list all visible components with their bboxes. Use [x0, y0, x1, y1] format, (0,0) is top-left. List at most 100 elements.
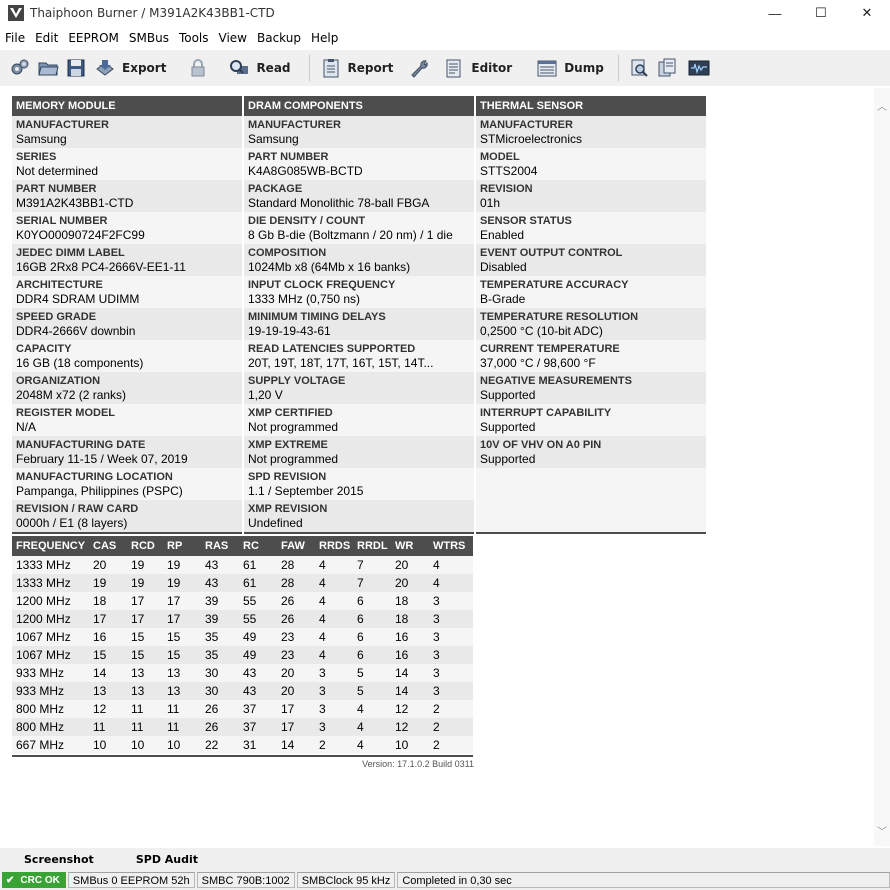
header-rrds: RRDS [315, 536, 353, 556]
table-cell: 1333 MHz [12, 574, 89, 592]
table-cell: 17 [127, 592, 163, 610]
header-rcd: RCD [127, 536, 163, 556]
info-value: Disabled [480, 260, 527, 274]
column-bottom-rule [244, 532, 476, 534]
info-cell: EVENT OUTPUT CONTROL Disabled [476, 244, 708, 276]
dram-components-header: DRAM COMPONENTS [244, 96, 476, 116]
table-cell: 10 [89, 736, 127, 754]
info-label: REVISION [480, 183, 533, 195]
table-cell: 10 [127, 736, 163, 754]
tab-spd-audit[interactable]: SPD Audit [112, 853, 216, 866]
table-cell: 26 [277, 610, 315, 628]
timing-table-bottom-rule [12, 755, 473, 757]
menu-view[interactable]: View [214, 31, 252, 45]
report-view: MEMORY MODULE MANUFACTURER Samsung SERIES… [0, 88, 874, 846]
menu-help[interactable]: Help [306, 31, 343, 45]
tools-button[interactable] [405, 52, 433, 84]
info-cell: XMP REVISION Undefined [244, 500, 476, 532]
table-cell: 55 [239, 592, 277, 610]
open-button[interactable] [34, 52, 62, 84]
info-value: Samsung [248, 132, 299, 146]
table-row: 933 MHz 14 13 13 30 43 20 3 5 14 3 [12, 664, 473, 682]
info-cell: SPEED GRADE DDR4-2666V downbin [12, 308, 244, 340]
menu-tools[interactable]: Tools [174, 31, 214, 45]
report-button[interactable]: Report [316, 52, 398, 84]
menu-edit[interactable]: Edit [30, 31, 63, 45]
table-cell: 4 [429, 574, 473, 592]
table-cell: 20 [277, 664, 315, 682]
table-cell: 18 [89, 592, 127, 610]
info-value: Not determined [16, 164, 99, 178]
table-cell: 26 [277, 592, 315, 610]
table-cell: 49 [239, 646, 277, 664]
empty-cell [476, 468, 708, 532]
info-value: Samsung [16, 132, 67, 146]
info-cell: TEMPERATURE RESOLUTION 0,2500 °C (10-bit … [476, 308, 708, 340]
info-value: Supported [480, 420, 536, 434]
menu-bar: File Edit EEPROM SMBus Tools View Backup… [0, 28, 343, 48]
info-value: Standard Monolithic 78-ball FBGA [248, 196, 430, 210]
read-button[interactable]: Read [224, 52, 294, 84]
tab-screenshot[interactable]: Screenshot [0, 853, 112, 866]
table-cell: 2 [315, 736, 353, 754]
header-frequency: FREQUENCY [12, 536, 89, 556]
close-button[interactable]: ✕ [844, 0, 890, 26]
info-cell: MANUFACTURER Samsung [244, 116, 476, 148]
info-label: ORGANIZATION [16, 375, 101, 387]
info-label: INTERRUPT CAPABILITY [480, 407, 612, 419]
table-cell: 4 [315, 574, 353, 592]
table-cell: 2 [429, 700, 473, 718]
menu-backup[interactable]: Backup [252, 31, 306, 45]
info-cell: MANUFACTURING DATE February 11-15 / Week … [12, 436, 244, 468]
minimize-button[interactable]: — [752, 0, 798, 26]
save-button[interactable] [62, 52, 90, 84]
menu-eeprom[interactable]: EEPROM [63, 31, 124, 45]
header-wtrs: WTRS [429, 536, 473, 556]
table-cell: 933 MHz [12, 682, 89, 700]
table-cell: 3 [429, 664, 473, 682]
lock-button[interactable] [184, 52, 212, 84]
table-cell: 23 [277, 646, 315, 664]
inspect-button[interactable] [625, 52, 653, 84]
info-label: TEMPERATURE ACCURACY [480, 279, 629, 291]
table-row: 1067 MHz 16 15 15 35 49 23 4 6 16 3 [12, 628, 473, 646]
table-cell: 800 MHz [12, 700, 89, 718]
settings-button[interactable] [6, 52, 34, 84]
editor-button[interactable]: Editor [439, 52, 516, 84]
export-button[interactable]: Export [90, 52, 170, 84]
info-value: 1,20 V [248, 388, 283, 402]
vertical-scrollbar[interactable]: ︿ ﹀ [874, 88, 890, 846]
menu-smbus[interactable]: SMBus [124, 31, 174, 45]
maximize-button[interactable]: ☐ [798, 0, 844, 26]
info-value: STMicroelectronics [480, 132, 583, 146]
header-rp: RP [163, 536, 201, 556]
table-cell: 35 [201, 646, 239, 664]
scroll-down-arrow-icon[interactable]: ﹀ [877, 823, 887, 838]
dump-button[interactable]: Dump [532, 52, 608, 84]
read-label: Read [256, 61, 291, 75]
table-cell: 6 [353, 592, 391, 610]
table-cell: 43 [239, 682, 277, 700]
table-row: 800 MHz 12 11 11 26 37 17 3 4 12 2 [12, 700, 473, 718]
info-value: February 11-15 / Week 07, 2019 [16, 452, 188, 466]
info-label: PACKAGE [248, 183, 303, 195]
info-label: READ LATENCIES SUPPORTED [248, 343, 416, 355]
table-cell: 7 [353, 556, 391, 574]
table-cell: 11 [89, 718, 127, 736]
table-cell: 19 [163, 574, 201, 592]
info-cell: PART NUMBER K4A8G085WB-BCTD [244, 148, 476, 180]
info-label: SERIES [16, 151, 57, 163]
menu-file[interactable]: File [0, 31, 30, 45]
table-cell: 39 [201, 592, 239, 610]
table-cell: 20 [89, 556, 127, 574]
table-cell: 3 [315, 700, 353, 718]
table-cell: 17 [89, 610, 127, 628]
table-row: 1333 MHz 19 19 19 43 61 28 4 7 20 4 [12, 574, 473, 592]
info-cell: REVISION / RAW CARD 0000h / E1 (8 layers) [12, 500, 244, 532]
table-cell: 4 [315, 646, 353, 664]
table-cell: 6 [353, 610, 391, 628]
monitor-button[interactable] [685, 52, 713, 84]
copy-button[interactable] [653, 52, 681, 84]
scroll-up-arrow-icon[interactable]: ︿ [877, 98, 887, 113]
info-value: N/A [16, 420, 37, 434]
